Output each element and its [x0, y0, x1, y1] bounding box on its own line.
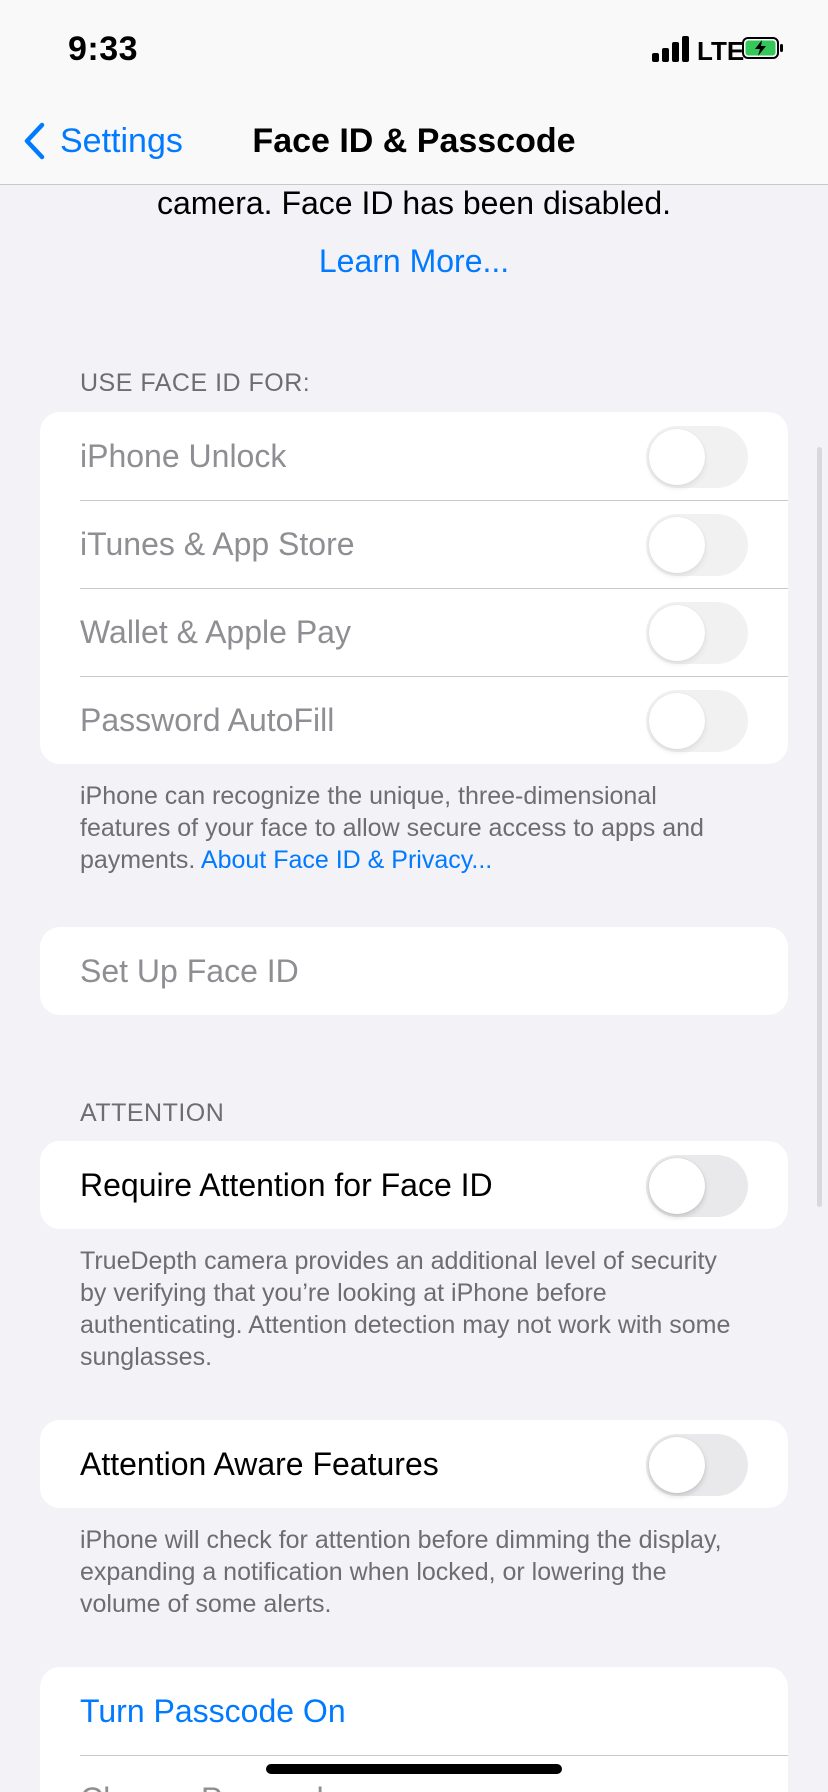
face-id-footer-note: iPhone can recognize the unique, three-d… — [80, 780, 740, 876]
list-item-attention-aware: Attention Aware Features — [40, 1420, 788, 1508]
itunes-app-store-label: iTunes & App Store — [80, 525, 355, 562]
toggle-knob — [649, 517, 705, 573]
network-type-label: LTE — [697, 36, 745, 66]
iphone-unlock-label: iPhone Unlock — [80, 437, 287, 474]
attention-footer-note: TrueDepth camera provides an additional … — [80, 1247, 731, 1371]
cellular-signal-icon — [652, 36, 690, 62]
learn-more-link[interactable]: Learn More... — [0, 243, 828, 280]
toggle-knob — [649, 605, 705, 661]
toggle-knob — [649, 693, 705, 749]
wallet-apple-pay-toggle[interactable] — [646, 602, 748, 664]
wallet-apple-pay-label: Wallet & Apple Pay — [80, 613, 351, 650]
list-item-require-attention: Require Attention for Face ID — [40, 1141, 788, 1229]
itunes-app-store-toggle[interactable] — [646, 514, 748, 576]
list-item-iphone-unlock: iPhone Unlock — [40, 412, 788, 500]
page-title: Face ID & Passcode — [252, 122, 576, 160]
turn-passcode-on-button[interactable]: Turn Passcode On — [40, 1667, 788, 1755]
scroll-indicator[interactable] — [817, 447, 822, 1207]
face-id-disabled-message: camera. Face ID has been disabled. — [156, 185, 672, 221]
turn-passcode-on-label: Turn Passcode On — [80, 1692, 346, 1729]
battery-charging-icon — [742, 37, 783, 59]
iphone-unlock-toggle[interactable] — [646, 426, 748, 488]
require-attention-toggle[interactable] — [646, 1155, 748, 1217]
toggle-knob — [649, 429, 705, 485]
change-passcode-label: Change Passcode — [80, 1781, 342, 1792]
require-attention-label: Require Attention for Face ID — [80, 1166, 493, 1203]
about-face-id-privacy-link[interactable]: About Face ID & Privacy... — [201, 846, 492, 874]
section-header-use-face-id: USE FACE ID FOR: — [80, 369, 311, 397]
list-item-wallet-apple-pay: Wallet & Apple Pay — [40, 588, 788, 676]
attention-aware-footer-note: iPhone will check for attention before d… — [80, 1526, 722, 1618]
navigation-bar: Settings Face ID & Passcode — [0, 100, 828, 185]
settings-content: camera. Face ID has been disabled. Learn… — [0, 185, 828, 1792]
status-time: 9:33 — [68, 30, 139, 68]
section-header-attention: ATTENTION — [80, 1099, 225, 1127]
toggle-knob — [649, 1158, 705, 1214]
status-bar: 9:33 LTE — [0, 0, 828, 100]
toggle-knob — [649, 1437, 705, 1493]
setup-face-id-group: Set Up Face ID — [40, 927, 788, 1015]
set-up-face-id-button[interactable]: Set Up Face ID — [40, 927, 788, 1015]
password-autofill-toggle[interactable] — [646, 690, 748, 752]
password-autofill-label: Password AutoFill — [80, 701, 335, 738]
home-indicator[interactable] — [266, 1764, 562, 1774]
list-item-itunes-app-store: iTunes & App Store — [40, 500, 788, 588]
attention-aware-group: Attention Aware Features — [40, 1420, 788, 1508]
attention-aware-toggle[interactable] — [646, 1434, 748, 1496]
attention-aware-label: Attention Aware Features — [80, 1445, 439, 1482]
use-face-id-group: iPhone Unlock iTunes & App Store Wallet … — [40, 412, 788, 764]
set-up-face-id-label: Set Up Face ID — [80, 952, 299, 989]
attention-group: Require Attention for Face ID — [40, 1141, 788, 1229]
list-item-password-autofill: Password AutoFill — [40, 676, 788, 764]
